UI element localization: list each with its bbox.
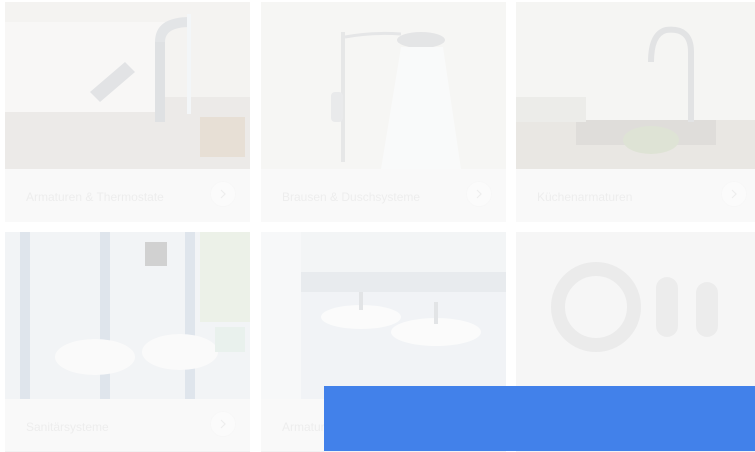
category-caption: Sanitärsysteme <box>5 399 250 452</box>
chevron-right-icon[interactable] <box>466 181 492 207</box>
parts-image <box>516 232 755 399</box>
chevron-right-icon[interactable] <box>210 181 236 207</box>
kitchen-faucet-image <box>516 2 755 169</box>
category-card-armaturen[interactable]: Armaturen & Thermostate <box>5 2 250 222</box>
chevron-right-icon[interactable] <box>721 181 747 207</box>
category-label: Küchenarmaturen <box>537 190 633 204</box>
faucet-image <box>5 2 250 169</box>
category-grid: Armaturen & Thermostate Brausen & Duschs… <box>0 0 755 452</box>
category-card-kuechen[interactable]: Küchenarmaturen <box>516 2 755 222</box>
category-label: Sanitärsysteme <box>26 420 109 434</box>
shower-image <box>261 2 506 169</box>
category-card-brausen[interactable]: Brausen & Duschsysteme <box>261 2 506 222</box>
category-card-sanitaer[interactable]: Sanitärsysteme <box>5 232 250 452</box>
category-caption: Brausen & Duschsysteme <box>261 169 506 222</box>
category-caption: Küchenarmaturen <box>516 169 755 222</box>
category-caption: Armaturen & Thermostate <box>5 169 250 222</box>
category-label: Brausen & Duschsysteme <box>282 190 421 204</box>
washbasins-image <box>261 232 506 399</box>
toilet-image <box>5 232 250 399</box>
category-label: Armaturen & Thermostate <box>26 190 164 204</box>
chevron-right-icon[interactable] <box>210 411 236 437</box>
cookie-banner[interactable] <box>324 386 755 451</box>
